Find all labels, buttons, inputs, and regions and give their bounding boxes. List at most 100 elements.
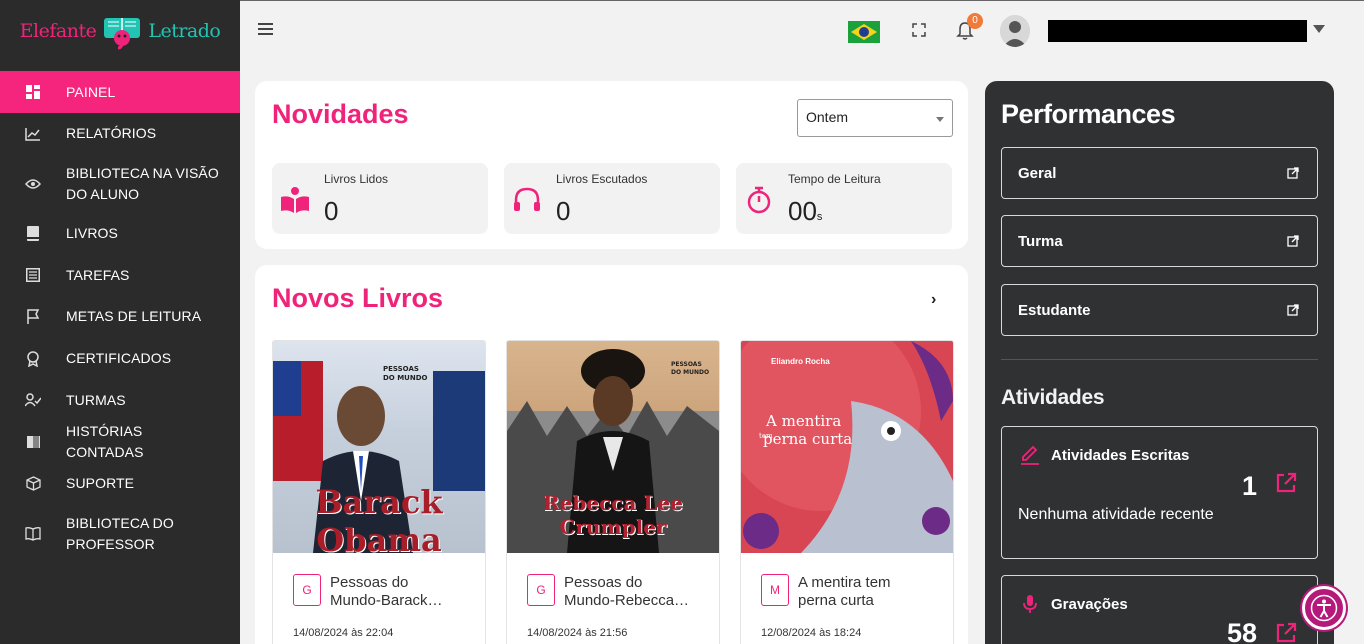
- sidebar-item-label: METAS DE LEITURA: [66, 308, 202, 325]
- book-cover-author: Eliandro Rocha: [771, 357, 830, 366]
- sidebar-item-label: BIBLIOTECA NA VISÃO DO ALUNO: [66, 164, 219, 202]
- stat-tempo-leitura: Tempo de Leitura 00s: [736, 163, 952, 234]
- sidebar-item-painel[interactable]: PAINEL: [0, 71, 240, 113]
- chevron-down-icon[interactable]: [1313, 25, 1325, 33]
- external-link-icon[interactable]: [1275, 622, 1297, 644]
- book-category-badge: G: [293, 574, 321, 606]
- external-link-icon: [1287, 167, 1299, 179]
- novos-livros-card: Novos Livros › PESSOAS DO MUNDO Barack O…: [255, 265, 968, 644]
- sidebar-nav: PAINEL RELATÓRIOS BIBLIOTECA NA VISÃO DO…: [0, 71, 240, 563]
- award-icon: [24, 350, 42, 368]
- pencil-icon: [1021, 445, 1039, 465]
- users-icon: [24, 391, 42, 409]
- book-date: 14/08/2024 às 22:04: [293, 627, 394, 639]
- svg-text:DO MUNDO: DO MUNDO: [383, 374, 428, 382]
- reader-icon: [281, 187, 309, 213]
- brazil-flag-icon[interactable]: [848, 21, 880, 43]
- sidebar-item-label: PAINEL: [66, 83, 116, 100]
- divider: [1001, 359, 1318, 360]
- stat-value: 00s: [788, 196, 823, 226]
- gravacoes-card: Gravações 58: [1001, 575, 1318, 644]
- sidebar-item-livros[interactable]: LIVROS: [0, 213, 240, 255]
- book-category-badge: G: [527, 574, 555, 606]
- book-cover: PESSOAS DO MUNDO Rebecca Lee Crumpler: [507, 341, 719, 553]
- accessibility-icon: [1310, 594, 1338, 622]
- topbar: 0: [240, 0, 1364, 62]
- performance-estudante-button[interactable]: Estudante: [1001, 284, 1318, 336]
- book-open-icon: [24, 433, 42, 451]
- gravacoes-label: Gravações: [1051, 596, 1128, 613]
- performance-turma-button[interactable]: Turma: [1001, 215, 1318, 267]
- stat-label: Livros Escutados: [556, 172, 648, 186]
- brand-logo[interactable]: Elefante Letrado: [0, 0, 240, 62]
- external-link-icon: [1287, 235, 1299, 247]
- external-link-icon[interactable]: [1275, 472, 1297, 494]
- fullscreen-icon[interactable]: [912, 23, 926, 37]
- svg-text:PESSOAS: PESSOAS: [671, 361, 702, 368]
- performance-button-label: Estudante: [1018, 302, 1091, 319]
- headphones-icon: [514, 187, 540, 211]
- book-title: A mentira tem perna curta: [798, 574, 891, 609]
- performances-title: Performances: [1001, 99, 1176, 129]
- sidebar-item-turmas[interactable]: TURMAS: [0, 379, 240, 421]
- book-cover: PESSOAS DO MUNDO Barack Obama: [273, 341, 485, 553]
- box-icon: [24, 475, 42, 493]
- sidebar-item-label: TURMAS: [66, 391, 126, 408]
- svg-text:perna curta: perna curta: [763, 430, 852, 448]
- atividades-escritas-label: Atividades Escritas: [1051, 447, 1190, 464]
- brand-part2: Letrado: [148, 20, 221, 42]
- stat-value: 0: [324, 196, 339, 226]
- menu-icon[interactable]: [258, 23, 273, 37]
- sidebar-item-historias-contadas[interactable]: HISTÓRIAS CONTADAS: [0, 421, 240, 463]
- book-icon: [24, 225, 42, 243]
- sidebar-item-metas-leitura[interactable]: METAS DE LEITURA: [0, 296, 240, 338]
- novidades-title: Novidades: [272, 99, 409, 129]
- book-cover: A mentira tem perna curta Eliandro Rocha: [741, 341, 953, 553]
- flag-icon: [24, 308, 42, 326]
- performance-geral-button[interactable]: Geral: [1001, 147, 1318, 199]
- svg-text:PESSOAS: PESSOAS: [383, 365, 419, 373]
- notification-badge: 0: [967, 13, 983, 29]
- performance-button-label: Geral: [1018, 165, 1057, 182]
- accessibility-button[interactable]: [1302, 586, 1346, 630]
- microphone-icon: [1023, 595, 1037, 613]
- book-date: 12/08/2024 às 18:24: [761, 627, 862, 639]
- period-select[interactable]: Ontem: [797, 99, 953, 137]
- sidebar-item-biblioteca-professor[interactable]: BIBLIOTECA DO PROFESSOR: [0, 505, 240, 563]
- book-title: Pessoas do Mundo-Barack…: [330, 574, 443, 609]
- novidades-card: Novidades Ontem Livros Lidos 0 Livros Es…: [255, 81, 968, 249]
- performances-panel: Performances Geral Turma Estudante Ativi…: [985, 81, 1334, 644]
- stat-label: Tempo de Leitura: [788, 172, 881, 186]
- period-select-value: Ontem: [806, 109, 849, 125]
- book-category-badge: M: [761, 574, 789, 606]
- chevron-down-icon: [936, 117, 944, 122]
- book-cover-art: A mentira tem perna curta: [741, 341, 953, 553]
- atividades-empty-text: Nenhuma atividade recente: [1018, 506, 1214, 523]
- avatar[interactable]: [1000, 15, 1030, 47]
- atividades-title: Atividades: [1001, 386, 1105, 409]
- dashboard-icon: [24, 83, 42, 101]
- sidebar-item-label: BIBLIOTECA DO PROFESSOR: [66, 514, 174, 552]
- sidebar-item-biblioteca-aluno[interactable]: BIBLIOTECA NA VISÃO DO ALUNO: [0, 155, 240, 213]
- sidebar-item-certificados[interactable]: CERTIFICADOS: [0, 338, 240, 380]
- sidebar-item-tarefas[interactable]: TAREFAS: [0, 254, 240, 296]
- list-icon: [24, 266, 42, 284]
- sidebar-item-relatorios[interactable]: RELATÓRIOS: [0, 113, 240, 155]
- gravacoes-count: 58: [1226, 618, 1257, 644]
- user-name-redacted[interactable]: [1048, 20, 1307, 42]
- library-icon: [24, 525, 42, 543]
- book-card[interactable]: PESSOAS DO MUNDO Rebecca Lee Crumpler G …: [506, 340, 720, 644]
- book-card[interactable]: A mentira tem perna curta Eliandro Rocha…: [740, 340, 954, 644]
- sidebar-item-suporte[interactable]: SUPORTE: [0, 463, 240, 505]
- book-card[interactable]: PESSOAS DO MUNDO Barack Obama G Pessoas …: [272, 340, 486, 644]
- svg-text:A mentira: A mentira: [765, 412, 841, 430]
- stat-livros-lidos: Livros Lidos 0: [272, 163, 488, 234]
- chevron-right-icon[interactable]: ›: [931, 291, 936, 309]
- sidebar-item-label: RELATÓRIOS: [66, 125, 157, 142]
- elephant-logo-icon: [104, 18, 141, 50]
- book-title: Pessoas do Mundo-Rebecca…: [564, 574, 690, 609]
- book-cover-title: Barack Obama: [315, 483, 443, 553]
- stat-value: 0: [556, 196, 571, 226]
- novos-livros-title: Novos Livros: [272, 283, 444, 313]
- sidebar-item-label: SUPORTE: [66, 475, 135, 492]
